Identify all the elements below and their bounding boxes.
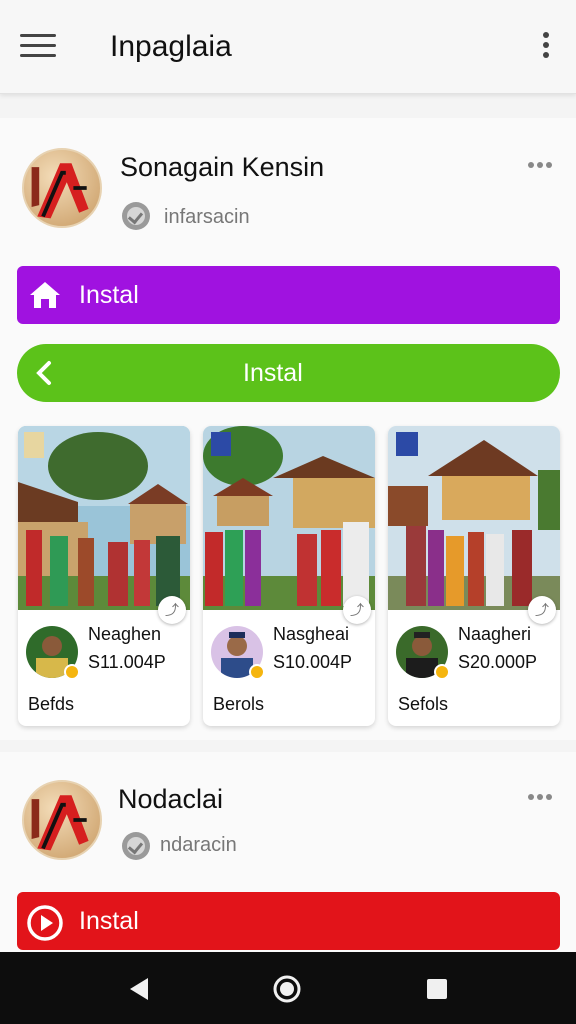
product-tile[interactable]: ⤴ Naagheri S20.000P Sefols [388, 426, 560, 726]
play-circle-icon [27, 905, 63, 941]
tile-photo [388, 426, 560, 610]
badge-icon [249, 664, 265, 680]
menu-icon[interactable] [20, 34, 56, 60]
install-button-red[interactable]: Instal [17, 892, 560, 950]
tile-name: Neaghen [88, 624, 162, 644]
home-circle-icon[interactable] [272, 974, 302, 1004]
chevron-left-icon [36, 361, 51, 385]
tile-price: S10.004P [273, 652, 353, 672]
install-label: Instal [79, 281, 139, 309]
tile-photo [203, 426, 375, 610]
profile-subtitle: infarsacin [164, 206, 250, 228]
home-icon [30, 282, 60, 308]
more-vert-icon[interactable] [538, 32, 554, 62]
tile-name: Naagheri [458, 624, 532, 644]
profile-card-2: Nodaclai ndaracin Instal [0, 752, 576, 952]
share-icon[interactable]: ⤴ [343, 596, 371, 624]
share-icon[interactable]: ⤴ [158, 596, 186, 624]
brand-logo[interactable] [22, 780, 102, 860]
app-title: Inpaglaia [110, 30, 232, 63]
install-label: Instal [243, 359, 303, 387]
profile-name: Sonagain Kensin [120, 152, 325, 182]
badge-icon [434, 664, 450, 680]
product-tile[interactable]: ⤴ Nasgheai S10.004P Berols [203, 426, 375, 726]
tile-caption: Sefols [398, 694, 449, 714]
tile-photo [18, 426, 190, 610]
system-nav-bar [0, 952, 576, 1024]
recents-square-icon[interactable] [422, 974, 452, 1004]
profile-subtitle: ndaracin [160, 834, 237, 856]
badge-icon [64, 664, 80, 680]
tile-price: S11.004P [88, 652, 166, 672]
more-horiz-icon[interactable] [528, 162, 556, 172]
tile-name: Nasgheai [273, 624, 350, 644]
tile-caption: Berols [213, 694, 265, 714]
more-horiz-icon[interactable] [528, 794, 556, 804]
profile-card-1: Sonagain Kensin infarsacin Instal Instal [0, 118, 576, 740]
install-button-purple[interactable]: Instal [17, 266, 560, 324]
share-icon[interactable]: ⤴ [528, 596, 556, 624]
product-tile[interactable]: ⤴ Neaghen S11.004P Befds [18, 426, 190, 726]
back-triangle-icon[interactable] [124, 974, 154, 1004]
tile-caption: Befds [28, 694, 75, 714]
app-bar: Inpaglaia [0, 0, 576, 94]
install-button-green[interactable]: Instal [17, 344, 560, 402]
install-label: Instal [79, 907, 139, 935]
verified-icon [122, 832, 150, 860]
brand-logo[interactable] [22, 148, 102, 228]
verified-icon [122, 202, 150, 230]
tile-price: S20.000P [458, 652, 538, 672]
profile-name: Nodaclai [118, 784, 224, 814]
